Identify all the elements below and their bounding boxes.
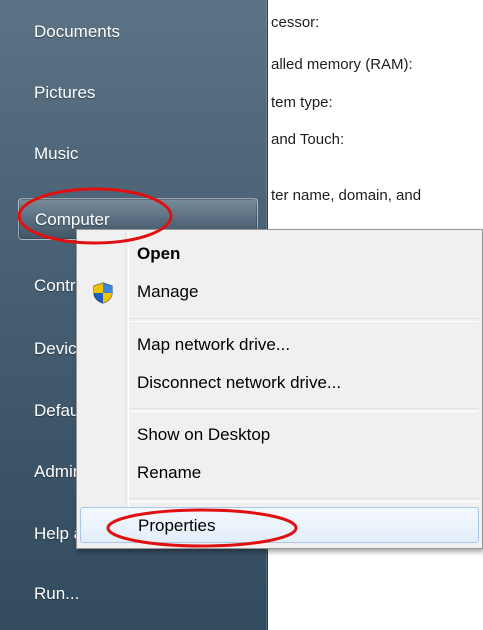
sysinfo-ram-label: alled memory (RAM): bbox=[271, 56, 413, 73]
start-item-documents[interactable]: Documents bbox=[18, 11, 258, 53]
start-item-pictures[interactable]: Pictures bbox=[18, 72, 258, 114]
menu-item-label: Show on Desktop bbox=[137, 425, 271, 444]
start-item-music[interactable]: Music bbox=[18, 133, 258, 175]
menu-separator bbox=[129, 498, 479, 502]
menu-item-open[interactable]: Open bbox=[80, 236, 479, 272]
menu-separator bbox=[129, 408, 479, 412]
menu-item-disconnect-network-drive[interactable]: Disconnect network drive... bbox=[80, 365, 479, 401]
sysinfo-pen-touch-label: and Touch: bbox=[271, 131, 345, 148]
start-item-run[interactable]: Run... bbox=[18, 573, 258, 615]
sysinfo-computer-name-label: ter name, domain, and bbox=[271, 187, 422, 204]
menu-item-label: Properties bbox=[138, 516, 216, 535]
menu-item-label: Rename bbox=[137, 463, 202, 482]
menu-item-label: Map network drive... bbox=[137, 335, 291, 354]
sysinfo-system-type-label: tem type: bbox=[271, 94, 333, 111]
computer-context-menu: Open Manage Map network drive... Disconn… bbox=[76, 229, 483, 549]
menu-item-properties[interactable]: Properties bbox=[80, 507, 479, 543]
menu-item-label: Open bbox=[137, 244, 181, 263]
sysinfo-processor-label: cessor: bbox=[271, 14, 320, 31]
menu-item-map-network-drive[interactable]: Map network drive... bbox=[80, 327, 479, 363]
menu-item-show-on-desktop[interactable]: Show on Desktop bbox=[80, 417, 479, 453]
menu-item-label: Manage bbox=[137, 282, 199, 301]
menu-separator bbox=[129, 318, 479, 322]
menu-item-manage[interactable]: Manage bbox=[80, 274, 479, 310]
menu-item-label: Disconnect network drive... bbox=[137, 373, 342, 392]
menu-item-rename[interactable]: Rename bbox=[80, 455, 479, 491]
uac-shield-icon bbox=[93, 282, 113, 304]
